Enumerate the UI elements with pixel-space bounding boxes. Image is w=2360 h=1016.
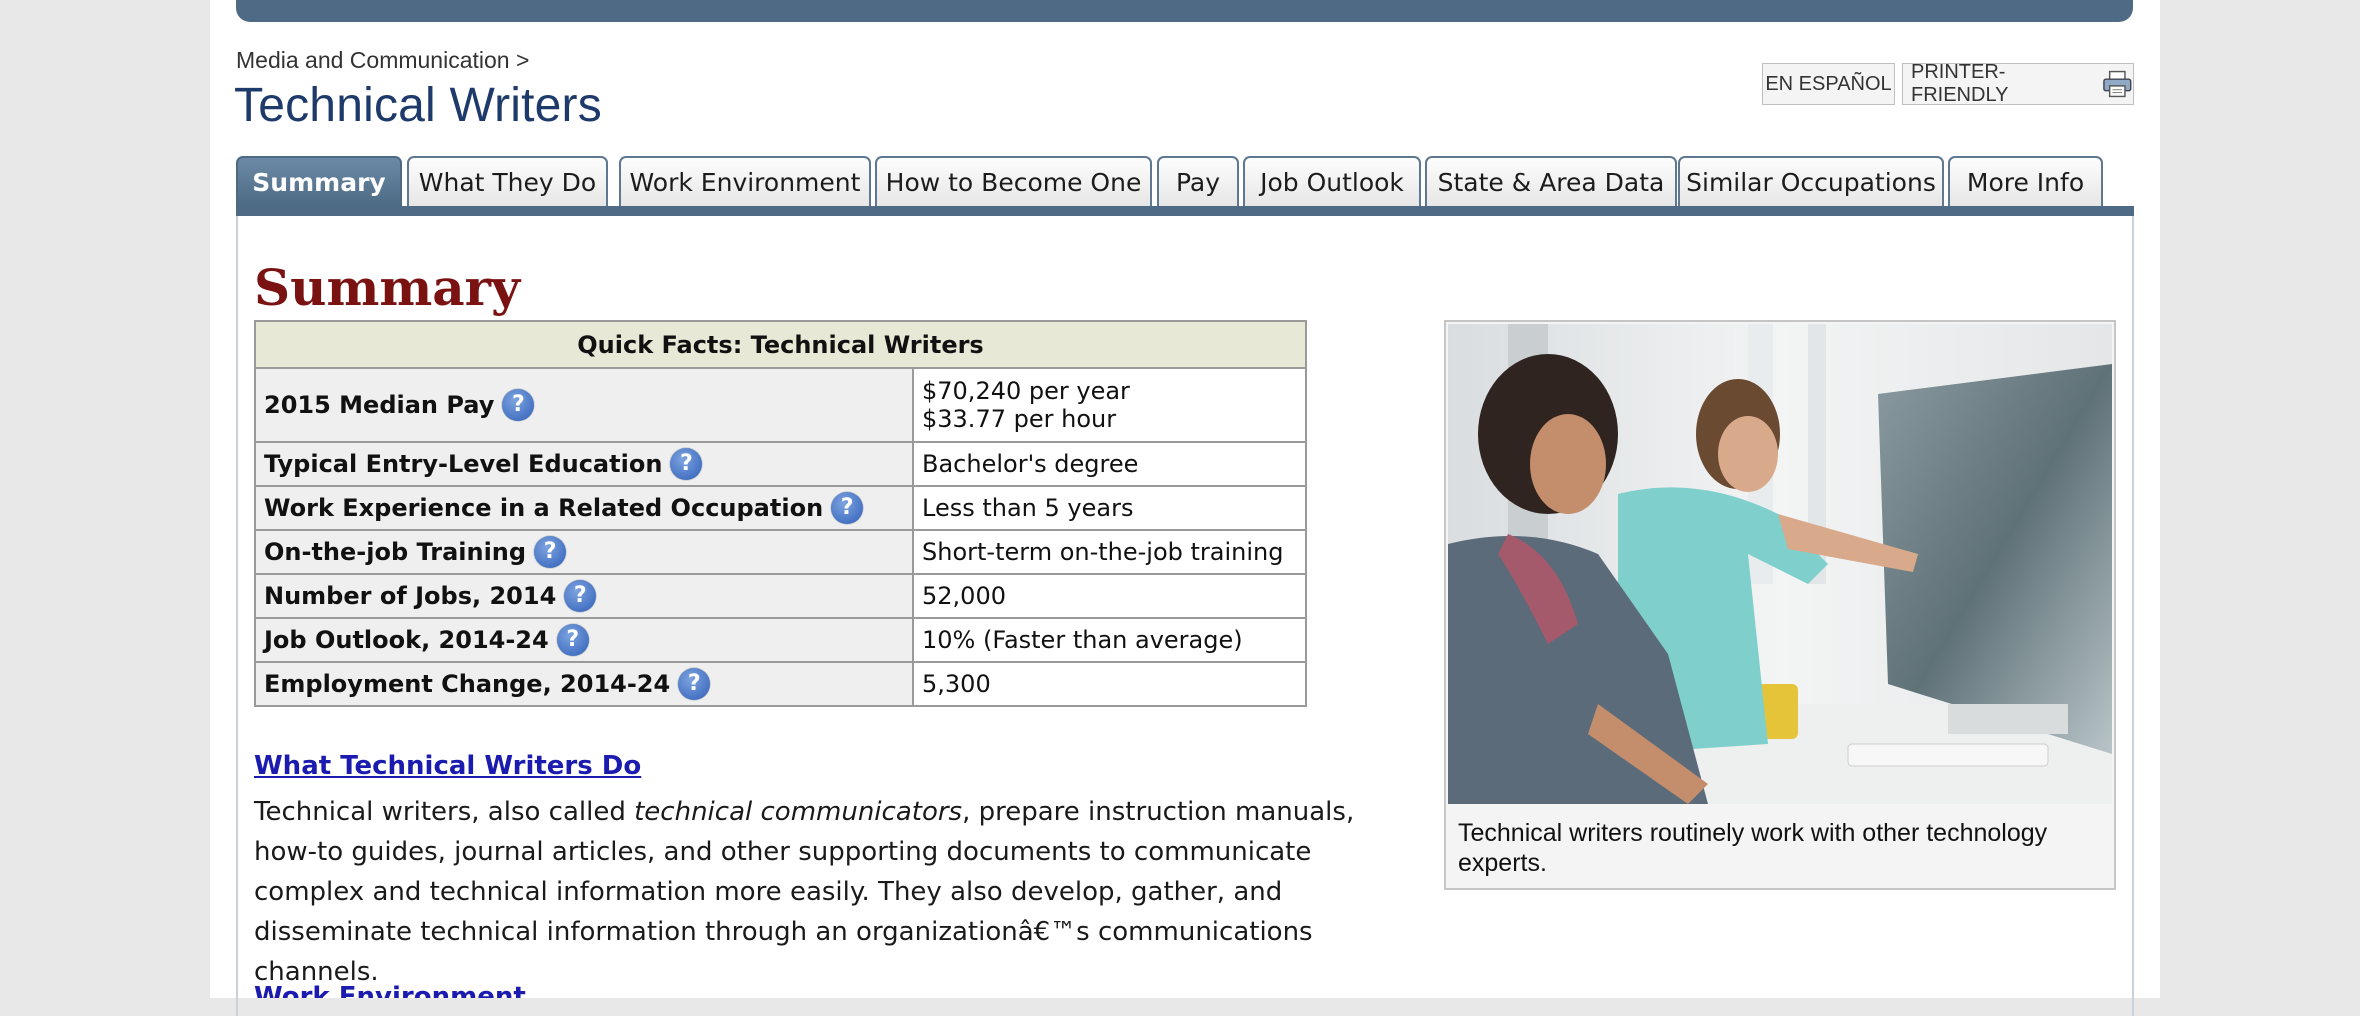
fact-value: $33.77 per hour (922, 405, 1117, 433)
fact-label-cell: Work Experience in a Related Occupation? (254, 485, 914, 531)
tab-state-area-data-label: State & Area Data (1437, 168, 1665, 197)
tab-pay-label: Pay (1175, 168, 1221, 197)
office-photo (1448, 324, 2112, 804)
tab-what-they-do-label: What They Do (418, 168, 597, 197)
quick-facts-header: Quick Facts: Technical Writers (254, 320, 1307, 369)
photo-figure: Technical writers routinely work with ot… (1444, 320, 2116, 890)
help-icon[interactable]: ? (670, 448, 703, 480)
tab-what-they-do[interactable]: What They Do (407, 156, 608, 207)
table-row: Number of Jobs, 2014? 52,000 (254, 573, 1307, 619)
printer-friendly-button[interactable]: PRINTER-FRIENDLY (1902, 61, 2134, 106)
fact-label-cell: On-the-job Training? (254, 529, 914, 575)
fact-value: 5,300 (912, 661, 1307, 707)
tab-summary-label: Summary (252, 168, 386, 197)
espanol-button-label: EN ESPAÑOL (1765, 72, 1892, 95)
tab-job-outlook[interactable]: Job Outlook (1243, 156, 1421, 207)
tab-similar-occupations-label: Similar Occupations (1686, 168, 1936, 197)
photo-caption: Technical writers routinely work with ot… (1458, 819, 2048, 877)
summary-heading: Summary (254, 258, 521, 317)
tab-work-environment[interactable]: Work Environment (619, 156, 871, 207)
table-row: On-the-job Training? Short-term on-the-j… (254, 529, 1307, 575)
fact-value: $70,240 per year (922, 377, 1130, 405)
tab-job-outlook-label: Job Outlook (1260, 168, 1404, 197)
fact-label: On-the-job Training (264, 538, 527, 566)
fact-label: 2015 Median Pay (264, 391, 495, 419)
fact-label-cell: Typical Entry-Level Education? (254, 441, 914, 487)
help-icon[interactable]: ? (502, 389, 535, 421)
fact-label: Typical Entry-Level Education (264, 450, 663, 478)
quick-facts-header-row: Quick Facts: Technical Writers (254, 320, 1307, 369)
tab-underline-bar (236, 206, 2134, 216)
fact-value: 10% (Faster than average) (912, 617, 1307, 663)
tab-summary[interactable]: Summary (236, 156, 402, 207)
table-row: Job Outlook, 2014-24? 10% (Faster than a… (254, 617, 1307, 663)
fact-label-cell: Job Outlook, 2014-24? (254, 617, 914, 663)
fact-label-cell: 2015 Median Pay? (254, 367, 914, 443)
tab-pay[interactable]: Pay (1157, 156, 1239, 207)
help-icon[interactable]: ? (564, 580, 597, 612)
help-icon[interactable]: ? (534, 536, 567, 568)
tab-similar-occupations[interactable]: Similar Occupations (1678, 156, 1944, 207)
fact-value-cell: $70,240 per year $33.77 per hour (912, 367, 1307, 443)
table-row: Work Experience in a Related Occupation?… (254, 485, 1307, 531)
fact-label: Job Outlook, 2014-24 (264, 626, 549, 654)
paragraph-emphasis: technical communicators (634, 797, 963, 827)
tab-more-info[interactable]: More Info (1948, 156, 2103, 207)
tab-how-to-become-one[interactable]: How to Become One (875, 156, 1152, 207)
tab-how-to-become-one-label: How to Become One (885, 168, 1142, 197)
breadcrumb[interactable]: Media and Communication > (236, 47, 529, 74)
tab-work-environment-label: Work Environment (629, 168, 861, 197)
help-icon[interactable]: ? (556, 624, 589, 656)
table-row: Typical Entry-Level Education? Bachelor'… (254, 441, 1307, 487)
top-banner-bar (236, 0, 2133, 22)
help-icon[interactable]: ? (831, 492, 864, 524)
tab-state-area-data[interactable]: State & Area Data (1425, 156, 1677, 207)
quick-facts-table: Quick Facts: Technical Writers 2015 Medi… (254, 320, 1307, 707)
paragraph-text: Technical writers, also called (254, 797, 635, 827)
fact-label: Employment Change, 2014-24 (264, 670, 671, 698)
fact-label-cell: Employment Change, 2014-24? (254, 661, 914, 707)
what-they-do-link[interactable]: What Technical Writers Do (254, 751, 641, 781)
tab-more-info-label: More Info (1966, 168, 2085, 197)
page-title: Technical Writers (234, 79, 602, 132)
fact-label-cell: Number of Jobs, 2014? (254, 573, 914, 619)
table-row: Employment Change, 2014-24? 5,300 (254, 661, 1307, 707)
fact-value: Short-term on-the-job training (912, 529, 1307, 575)
help-icon[interactable]: ? (678, 668, 711, 700)
table-row: 2015 Median Pay? $70,240 per year $33.77 … (254, 367, 1307, 443)
fact-value: Bachelor's degree (912, 441, 1307, 487)
espanol-button[interactable]: EN ESPAÑOL (1762, 63, 1895, 105)
printer-friendly-label: PRINTER-FRIENDLY (1911, 61, 2009, 106)
fact-label: Number of Jobs, 2014 (264, 582, 557, 610)
fact-label: Work Experience in a Related Occupation (264, 494, 824, 522)
fact-value: 52,000 (912, 573, 1307, 619)
fact-value: Less than 5 years (912, 485, 1307, 531)
work-environment-link[interactable]: Work Environment (254, 982, 526, 998)
what-they-do-paragraph: Technical writers, also called technical… (254, 792, 1414, 992)
printer-icon (2103, 70, 2132, 98)
